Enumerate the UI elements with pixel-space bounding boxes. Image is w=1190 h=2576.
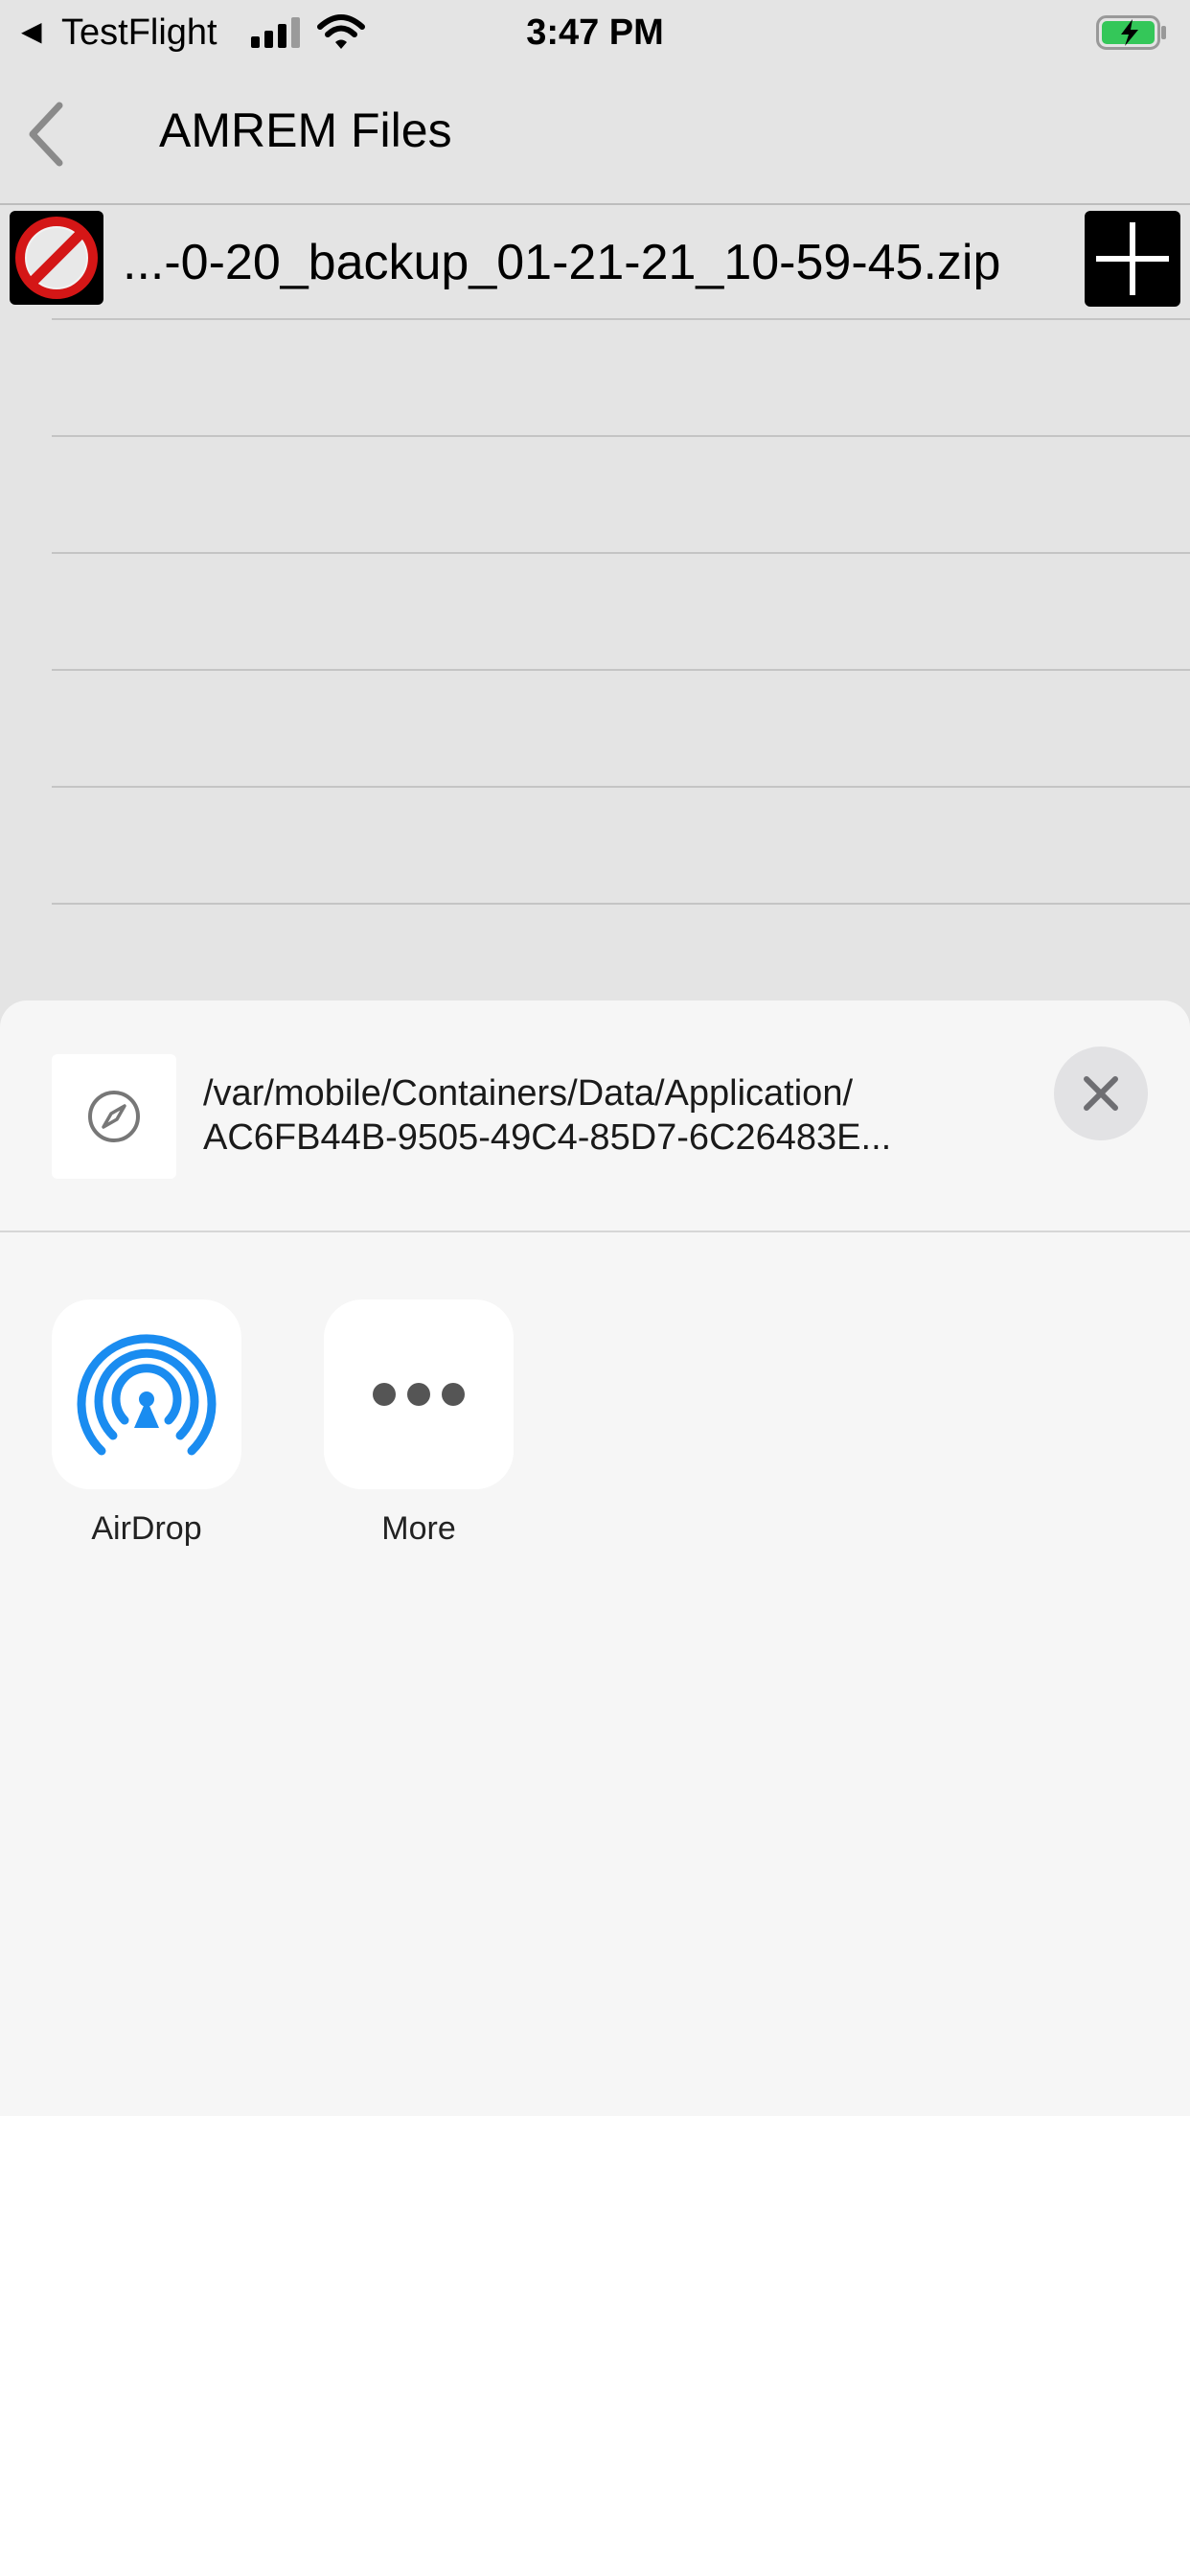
compass-icon (88, 1091, 140, 1142)
more-label: More (381, 1510, 456, 1547)
row-separator (52, 669, 1190, 671)
row-separator (52, 786, 1190, 788)
row-separator (52, 318, 1190, 320)
page-title: AMREM Files (159, 104, 452, 157)
file-row[interactable]: ...-0-20_backup_01-21-21_10-59-45.zip (0, 205, 1190, 318)
row-separator (52, 903, 1190, 905)
no-sign-icon[interactable] (10, 211, 103, 305)
status-bar: ◀ TestFlight 3:47 PM (0, 0, 1190, 63)
preview-thumbnail (52, 1054, 176, 1179)
share-sheet-header: /var/mobile/Containers/Data/Application/… (0, 1000, 1190, 1232)
row-separator (52, 435, 1190, 437)
airdrop-icon (77, 1334, 217, 1456)
close-icon (1084, 1076, 1118, 1111)
close-button[interactable] (1054, 1046, 1148, 1140)
share-sheet: /var/mobile/Containers/Data/Application/… (0, 1000, 1190, 2116)
plus-icon[interactable] (1085, 211, 1180, 307)
more-button[interactable] (324, 1300, 514, 1489)
file-path-line-2: AC6FB44B-9505-49C4-85D7-6C26483E... (203, 1117, 892, 1158)
file-path-line-1: /var/mobile/Containers/Data/Application/ (203, 1073, 854, 1114)
battery-charging-icon (1096, 15, 1169, 50)
file-name[interactable]: ...-0-20_backup_01-21-21_10-59-45.zip (123, 234, 1000, 291)
more-icon (373, 1383, 465, 1406)
status-time: 3:47 PM (526, 12, 664, 53)
airdrop-button[interactable] (52, 1300, 241, 1489)
airdrop-label: AirDrop (91, 1510, 202, 1547)
chevron-left-icon[interactable] (19, 96, 77, 172)
navigation-bar: AMREM Files (0, 63, 1190, 205)
row-separator (52, 552, 1190, 554)
